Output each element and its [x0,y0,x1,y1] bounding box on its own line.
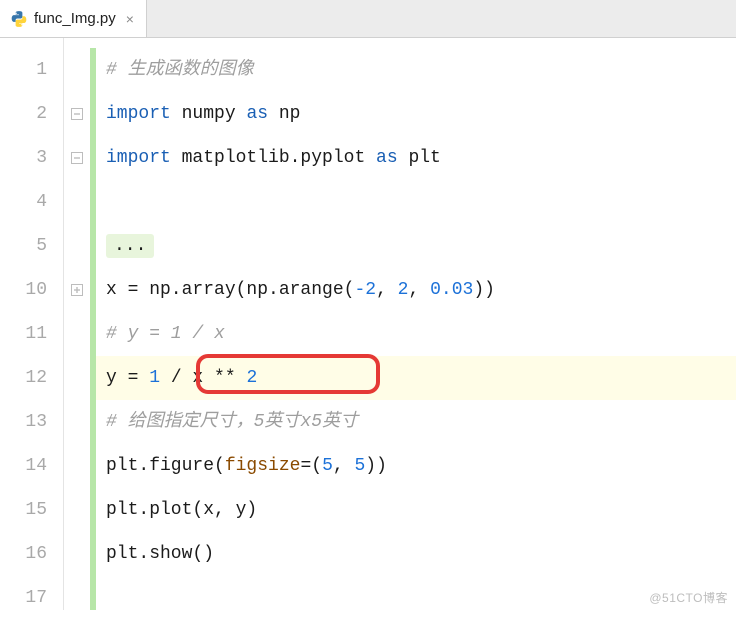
folded-code-line[interactable]: ... [96,224,736,268]
code-line[interactable]: # 给图指定尺寸，5英寸x5英寸 [96,400,736,444]
line-number: 16 [0,532,63,576]
line-number: 3 [0,136,63,180]
fold-marker [64,532,90,576]
fold-marker [64,356,90,400]
line-number: 10 [0,268,63,312]
code-line[interactable]: x = np.array(np.arange(-2, 2, 0.03)) [96,268,736,312]
tab-bar: func_Img.py × [0,0,736,38]
code-line[interactable]: import matplotlib.pyplot as plt [96,136,736,180]
fold-marker [64,224,90,268]
code-editor[interactable]: 1 2 3 4 5 10 11 12 13 14 15 16 17 [0,38,736,610]
fold-marker [64,488,90,532]
line-number: 13 [0,400,63,444]
line-number: 15 [0,488,63,532]
fold-marker [64,400,90,444]
line-number: 4 [0,180,63,224]
code-line[interactable]: # 生成函数的图像 [96,48,736,92]
code-line[interactable]: plt.figure(figsize=(5, 5)) [96,444,736,488]
fold-marker [64,444,90,488]
code-line[interactable] [96,576,736,620]
fold-marker [64,576,90,620]
tab-filename: func_Img.py [34,10,116,27]
code-line[interactable]: plt.show() [96,532,736,576]
code-line-current[interactable]: y = 1 / x ** 2 [96,356,736,400]
python-file-icon [10,10,28,28]
fold-marker [64,312,90,356]
fold-expand-icon[interactable] [64,268,90,312]
fold-collapse-icon[interactable] [64,92,90,136]
line-number: 5 [0,224,63,268]
line-number: 12 [0,356,63,400]
line-number: 14 [0,444,63,488]
fold-column [64,38,90,610]
line-number-gutter: 1 2 3 4 5 10 11 12 13 14 15 16 17 [0,38,64,610]
code-line[interactable] [96,180,736,224]
code-line[interactable]: plt.plot(x, y) [96,488,736,532]
watermark: @51CTO博客 [649,589,728,606]
code-line[interactable]: import numpy as np [96,92,736,136]
code-area[interactable]: # 生成函数的图像 import numpy as np import matp… [96,38,736,610]
fold-collapse-icon[interactable] [64,136,90,180]
fold-marker [64,180,90,224]
line-number: 11 [0,312,63,356]
line-number: 1 [0,48,63,92]
code-line[interactable]: # y = 1 / x [96,312,736,356]
fold-marker [64,48,90,92]
line-number: 17 [0,576,63,620]
tab-close-icon[interactable]: × [122,11,138,27]
line-number: 2 [0,92,63,136]
file-tab[interactable]: func_Img.py × [0,0,147,37]
